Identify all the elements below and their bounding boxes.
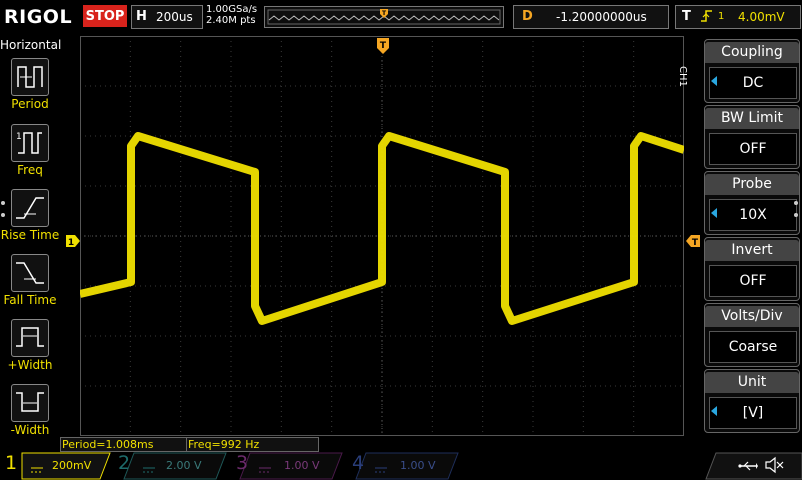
right-menu-connector-icon: [792, 200, 800, 224]
period-measure-button[interactable]: [11, 58, 49, 96]
ch1-offset-marker[interactable]: 1: [66, 232, 80, 251]
trigger-source: 1: [718, 11, 725, 22]
unit-menu-item[interactable]: Unit [V]: [704, 369, 800, 433]
timebase-indicator[interactable]: H 200us: [131, 5, 203, 29]
neg-width-label: -Width: [10, 423, 50, 437]
ch3-number[interactable]: 3: [236, 452, 248, 474]
bw-limit-value: OFF: [709, 133, 797, 165]
fall-time-measure-button[interactable]: [11, 254, 49, 292]
dc-coupling-icon: [142, 460, 156, 479]
rigol-logo: RIGOL: [4, 6, 73, 28]
bw-limit-menu-item[interactable]: BW Limit OFF: [704, 105, 800, 169]
rise-time-measure-button[interactable]: [11, 189, 49, 227]
rising-edge-icon: [700, 8, 714, 28]
trigger-indicator[interactable]: T 1 4.00mV: [675, 5, 801, 29]
dc-coupling-icon: [258, 460, 272, 479]
neg-width-measure-button[interactable]: [11, 384, 49, 422]
rise-time-icon: [16, 197, 44, 219]
unit-value: [V]: [709, 397, 797, 429]
svg-text:1: 1: [16, 132, 22, 142]
probe-value: 10X: [709, 199, 797, 231]
delay-key: D: [522, 9, 533, 24]
dc-coupling-icon: [30, 460, 44, 479]
menu-arrow-icon: [711, 406, 717, 416]
trigger-key: T: [682, 9, 691, 24]
right-menu-channel-label: CH1: [677, 66, 688, 87]
pos-width-measure-button[interactable]: [11, 319, 49, 357]
freq-measurement: Freq=992 Hz: [186, 437, 319, 452]
probe-menu-item[interactable]: Probe 10X: [704, 171, 800, 235]
trigger-level-marker[interactable]: T: [686, 232, 700, 251]
fall-time-label: Fall Time: [3, 293, 57, 307]
rise-time-label: Rise Time: [0, 228, 60, 242]
memory-depth: 2.40M pts: [206, 15, 256, 26]
unit-title: Unit: [705, 372, 799, 393]
pos-width-label: +Width: [7, 358, 53, 372]
period-measurement: Period=1.008ms: [60, 437, 188, 452]
ch1-number[interactable]: 1: [5, 452, 17, 474]
invert-value: OFF: [709, 265, 797, 297]
coupling-value: DC: [709, 67, 797, 99]
menu-arrow-icon: [711, 76, 717, 86]
dc-coupling-icon: [374, 460, 388, 479]
ch3-scale[interactable]: 1.00 V: [284, 459, 320, 472]
trigger-level: 4.00mV: [738, 10, 785, 24]
usb-icon: [738, 458, 758, 477]
trigger-position-marker[interactable]: T: [377, 38, 389, 58]
period-icon: [17, 66, 43, 88]
probe-title: Probe: [705, 174, 799, 195]
fall-time-icon: [16, 262, 44, 284]
ch2-scale[interactable]: 2.00 V: [166, 459, 202, 472]
timebase-value: 200us: [156, 10, 193, 24]
positive-width-icon: [16, 327, 44, 347]
svg-text:T: T: [692, 238, 699, 247]
timebase-key: H: [136, 9, 147, 24]
run-stop-status[interactable]: STOP: [83, 5, 127, 27]
freq-icon: 1: [16, 132, 42, 154]
coupling-title: Coupling: [705, 42, 799, 63]
left-menu-connector-icon: [0, 200, 8, 224]
svg-text:1: 1: [68, 238, 74, 247]
ch4-scale[interactable]: 1.00 V: [400, 459, 436, 472]
memory-waveform-strip[interactable]: T: [264, 6, 504, 28]
waveform-display[interactable]: [80, 36, 684, 436]
ch2-number[interactable]: 2: [118, 452, 130, 474]
svg-text:T: T: [380, 41, 387, 51]
freq-measure-button[interactable]: 1: [11, 124, 49, 162]
acquisition-info: 1.00GSa/s 2.40M pts: [206, 4, 257, 26]
menu-arrow-icon: [711, 208, 717, 218]
delay-value: -1.20000000us: [556, 10, 647, 24]
volts-div-value: Coarse: [709, 331, 797, 363]
memory-overview-icon: T: [265, 7, 503, 27]
period-label: Period: [11, 97, 49, 111]
coupling-menu-item[interactable]: Coupling DC: [704, 39, 800, 103]
volts-div-title: Volts/Div: [705, 306, 799, 327]
left-menu-title: Horizontal: [0, 38, 62, 52]
ch1-scale[interactable]: 200mV: [52, 459, 91, 472]
delay-indicator[interactable]: D -1.20000000us: [513, 5, 669, 29]
bw-limit-title: BW Limit: [705, 108, 799, 129]
volts-div-menu-item[interactable]: Volts/Div Coarse: [704, 303, 800, 367]
speaker-muted-icon[interactable]: [764, 456, 784, 478]
freq-label: Freq: [17, 163, 43, 177]
sample-rate: 1.00GSa/s: [206, 4, 258, 15]
invert-title: Invert: [705, 240, 799, 261]
invert-menu-item[interactable]: Invert OFF: [704, 237, 800, 301]
negative-width-icon: [16, 392, 44, 412]
ch4-number[interactable]: 4: [352, 452, 364, 474]
